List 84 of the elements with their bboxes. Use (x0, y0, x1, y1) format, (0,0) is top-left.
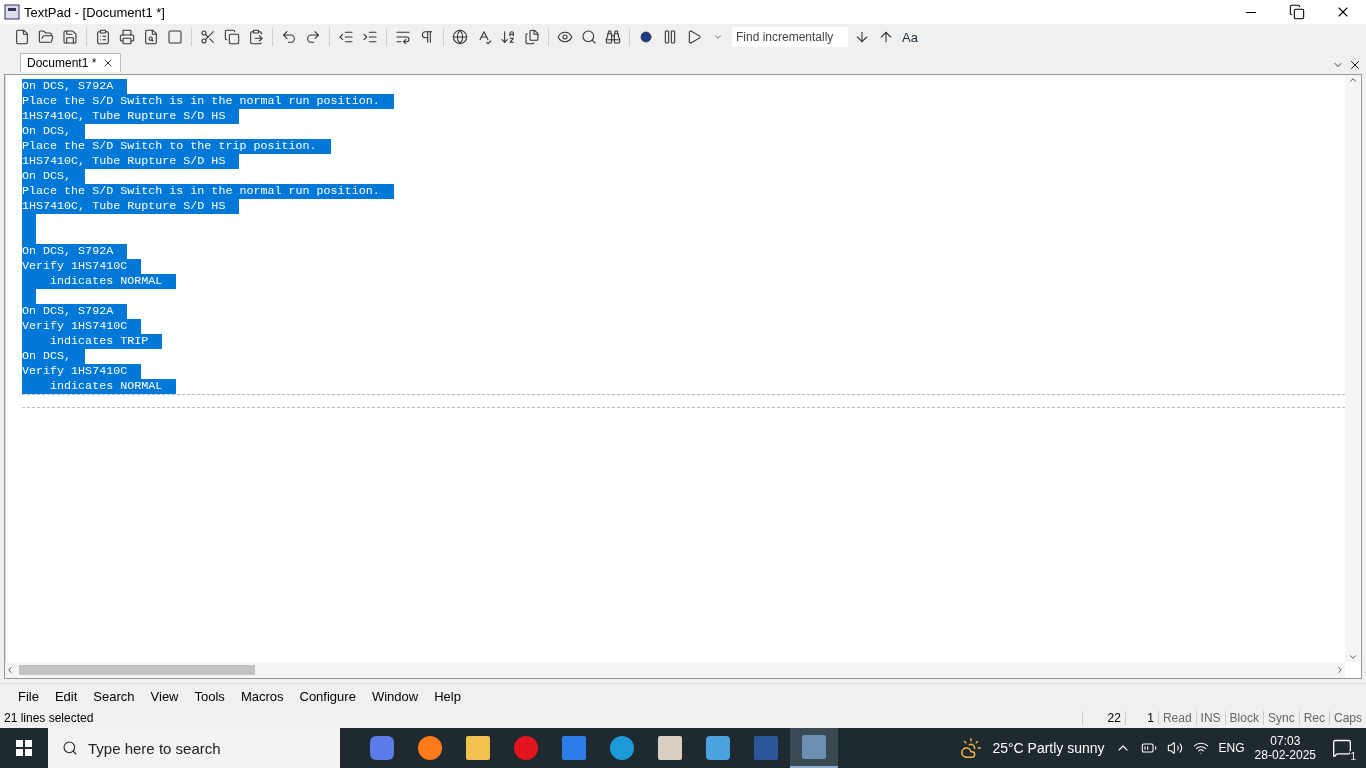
horizontal-scrollbar[interactable] (5, 662, 1345, 678)
menu-item[interactable]: View (142, 688, 187, 704)
status-indicator: Read (1157, 711, 1196, 725)
menu-item[interactable]: Edit (46, 688, 86, 704)
arrow-down-icon (854, 29, 870, 45)
save-icon (62, 29, 78, 45)
windows-logo-icon (16, 740, 32, 756)
chevron-icon (713, 32, 723, 42)
copy-button[interactable] (222, 27, 242, 47)
globe-button[interactable] (450, 27, 470, 47)
pause-icon (662, 29, 678, 45)
menu-item[interactable]: Help (426, 688, 469, 704)
arrow-up-icon (878, 29, 894, 45)
files-button[interactable] (522, 27, 542, 47)
new-file-icon (14, 29, 30, 45)
column-number: 1 (1124, 711, 1158, 725)
notification-icon (1332, 738, 1352, 758)
weather-icon (960, 737, 983, 759)
minimize-icon (1246, 11, 1256, 13)
app-logo-icon (4, 4, 20, 20)
notifications-button[interactable]: 1 (1326, 732, 1358, 764)
paste-icon (248, 29, 264, 45)
restore-icon (1289, 4, 1305, 20)
indent-icon (362, 29, 378, 45)
scroll-right-icon (1335, 665, 1345, 675)
spell-check-icon (476, 29, 492, 45)
battery-icon (1140, 740, 1157, 756)
document-list-icon (95, 29, 111, 45)
clock-time: 07:03 (1270, 734, 1301, 748)
search-icon (62, 740, 78, 756)
copy-icon (224, 29, 240, 45)
eye-icon (557, 29, 573, 45)
printer-button[interactable] (117, 27, 137, 47)
save-button[interactable] (60, 27, 80, 47)
document-tab[interactable]: Document1 * (20, 53, 122, 72)
frame-icon (167, 29, 183, 45)
status-indicator: Rec (1298, 711, 1329, 725)
wifi-icon (1192, 740, 1209, 756)
menu-item[interactable]: Search (85, 688, 143, 704)
tab-label: Document1 * (27, 56, 97, 70)
editor-area[interactable] (4, 74, 1362, 679)
outdent-icon (338, 29, 354, 45)
status-indicator: Block (1224, 711, 1263, 725)
menu-item[interactable]: Tools (186, 688, 233, 704)
print-preview-icon (143, 29, 159, 45)
line-number: 22 (1081, 711, 1125, 725)
match-case-button[interactable]: Aa (900, 29, 920, 45)
taskbar-search-field[interactable]: Type here to search (48, 728, 340, 768)
notification-count: 1 (1350, 751, 1356, 762)
record-icon (640, 31, 652, 43)
globe-icon (452, 29, 468, 45)
wrap-icon (395, 29, 411, 45)
undo-icon (281, 29, 297, 45)
menu-item[interactable]: Configure (291, 688, 364, 704)
search-icon (581, 29, 597, 45)
volume-icon (1166, 740, 1183, 756)
pilcrow-icon (419, 29, 435, 45)
weather-text: 25°C Partly sunny (992, 740, 1105, 756)
files-icon (524, 29, 540, 45)
menu-item[interactable]: Window (363, 688, 427, 704)
language-indicator: ENG (1218, 741, 1245, 755)
find-field[interactable]: Find incrementally (732, 27, 848, 47)
menu-item[interactable]: Macros (232, 688, 292, 704)
binoculars-button[interactable] (603, 27, 623, 47)
printer-icon (119, 29, 135, 45)
redo-icon (305, 29, 321, 45)
status-indicator: Caps (1329, 711, 1366, 725)
binoculars-icon (605, 29, 621, 45)
clock-date: 28-02-2025 (1254, 748, 1316, 762)
vertical-scrollbar[interactable] (1345, 75, 1361, 662)
play-icon (686, 29, 702, 45)
cut-icon (200, 29, 216, 45)
status-indicator: Sync (1262, 711, 1299, 725)
scroll-up-icon (1348, 75, 1358, 85)
close-icon (1348, 58, 1362, 72)
status-indicator: INS (1195, 711, 1225, 725)
window-title: TextPad - [Document1 *] (23, 4, 166, 20)
scroll-down-icon (1348, 652, 1358, 662)
scroll-left-icon (5, 665, 15, 675)
folder-icon (38, 29, 54, 45)
sort-icon (500, 29, 516, 45)
menu-item[interactable]: File (10, 688, 47, 704)
scroll-thumb[interactable] (19, 665, 255, 675)
status-message: 21 lines selected (4, 711, 95, 725)
